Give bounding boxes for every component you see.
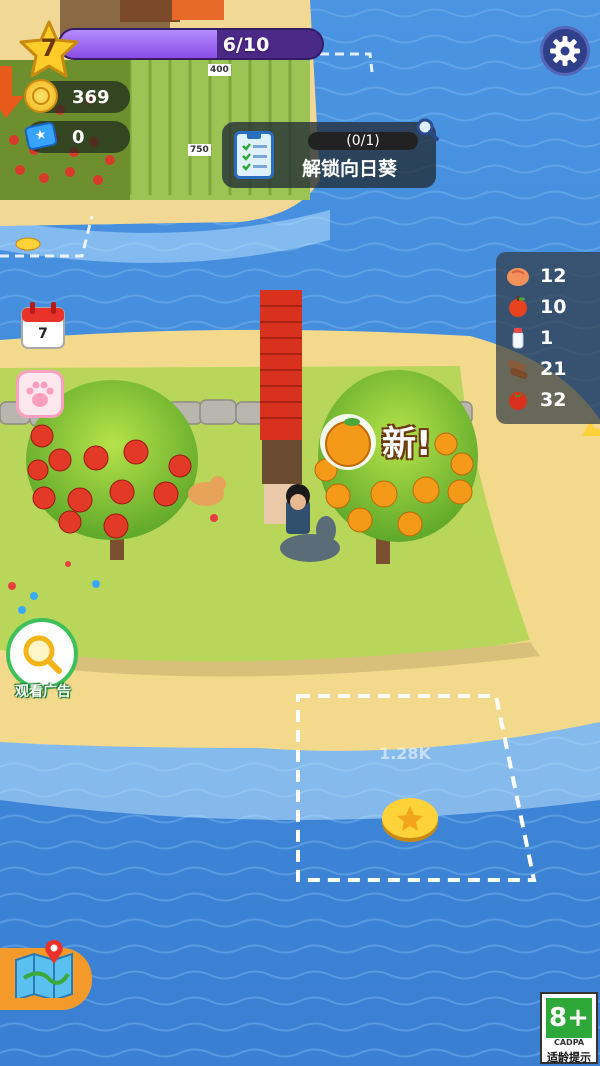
resource-row: 12 xyxy=(506,260,600,291)
wood-log-icon xyxy=(506,358,530,380)
pet-button[interactable] xyxy=(16,370,64,418)
tomato-icon xyxy=(506,389,530,411)
resource-count: 12 xyxy=(540,264,567,287)
orange-icon xyxy=(320,414,376,470)
age-rating-tip: 适龄提示 xyxy=(547,1051,591,1064)
new-item-indicator: 新! xyxy=(316,408,456,478)
resource-row: 1 xyxy=(506,322,600,353)
coin-icon xyxy=(24,79,58,113)
apple-icon xyxy=(506,295,530,318)
calendar-day: 7 xyxy=(38,326,48,342)
calendar-icon xyxy=(21,302,65,349)
paw-icon xyxy=(26,381,54,407)
resource-row: 10 xyxy=(506,291,600,322)
field-price-tag: 400 xyxy=(208,64,231,76)
ticket-counter: ★ 0 xyxy=(23,121,130,153)
xp-progress-text: 6/10 xyxy=(222,34,270,56)
age-rating-org: CADPA xyxy=(553,1038,585,1047)
magnifier-icon xyxy=(23,635,62,674)
resource-inventory: 12 10 1 21 32 xyxy=(496,252,600,424)
magnifier-icon[interactable] xyxy=(414,116,440,142)
ticket-count: 0 xyxy=(72,126,85,148)
ticket-icon: ★ xyxy=(23,121,59,151)
resource-row: 32 xyxy=(506,384,600,415)
coin-counter: 369 xyxy=(24,79,130,113)
unlock-plot-price: 1.28K xyxy=(379,744,431,763)
coin-count: 369 xyxy=(72,86,110,108)
unlock-plot-coin-button[interactable] xyxy=(382,798,438,842)
age-rating: 8+ xyxy=(546,998,592,1038)
task-title: 解锁向日葵 xyxy=(302,158,398,180)
xp-progress-bar: 6/10 xyxy=(58,28,324,60)
map-button[interactable] xyxy=(0,940,92,1010)
task-progress: (0/1) xyxy=(308,132,418,150)
new-label: 新! xyxy=(382,424,432,464)
daily-calendar-button[interactable]: 7 xyxy=(18,298,68,352)
field-price-tag: 750 xyxy=(188,144,211,156)
resource-count: 1 xyxy=(540,326,554,349)
task-panel[interactable]: (0/1) 解锁向日葵 xyxy=(222,118,439,188)
watch-ad-label: 观看广告 xyxy=(15,684,71,700)
resource-row: 21 xyxy=(506,353,600,384)
watch-ad-button[interactable] xyxy=(6,618,78,690)
level-badge[interactable]: 7 xyxy=(18,20,80,78)
resource-count: 21 xyxy=(540,357,567,380)
resource-count: 32 xyxy=(540,388,567,411)
settings-button[interactable] xyxy=(540,26,590,76)
map-icon xyxy=(15,940,73,998)
level-number: 7 xyxy=(40,34,58,62)
gear-icon xyxy=(550,36,580,66)
resource-count: 10 xyxy=(540,295,567,318)
milk-bottle-icon xyxy=(506,327,530,349)
peach-icon xyxy=(506,265,530,287)
clipboard-icon xyxy=(234,131,274,179)
age-rating-badge: 8+ CADPA 适龄提示 xyxy=(540,992,598,1064)
